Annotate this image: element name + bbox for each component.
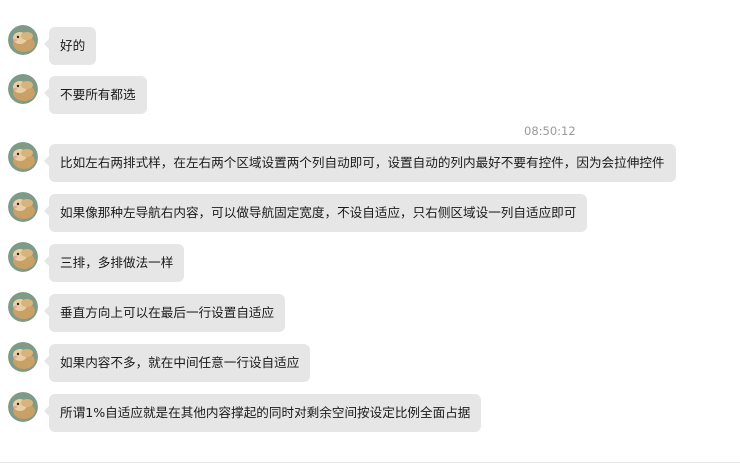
hamster-avatar-icon[interactable] [8, 242, 38, 272]
hamster-avatar-icon[interactable] [8, 392, 38, 422]
message-bubble[interactable]: 不要所有都选 [44, 76, 147, 114]
message-bubble[interactable]: 如果内容不多，就在中间任意一行设自适应 [43, 344, 311, 382]
hamster-avatar-icon[interactable] [8, 192, 38, 222]
chat-message-list: 好的 不要所有都选 08:50:12 比如左右两排式样，在左右两个区域设置两个列… [0, 0, 740, 463]
message-bubble[interactable]: 三排，多排做法一样 [43, 244, 185, 282]
message-bubble[interactable]: 好的 [43, 27, 97, 65]
message-timestamp: 08:50:12 [524, 124, 576, 138]
hamster-avatar-icon[interactable] [8, 292, 38, 322]
message-bubble[interactable]: 所谓1%自适应就是在其他内容撑起的同时对剩余空间按设定比例全面占据 [43, 394, 482, 432]
hamster-avatar-icon[interactable] [8, 74, 38, 104]
message-bubble[interactable]: 垂直方向上可以在最后一行设置自适应 [43, 294, 286, 332]
message-bubble[interactable]: 如果像那种左导航右内容，可以做导航固定宽度，不设自适应，只右侧区域设一列自适应即… [43, 194, 588, 232]
hamster-avatar-icon[interactable] [8, 142, 38, 172]
message-bubble[interactable]: 比如左右两排式样，在左右两个区域设置两个列自动即可，设置自动的列内最好不要有控件… [44, 144, 676, 182]
hamster-avatar-icon[interactable] [8, 342, 38, 372]
hamster-avatar-icon[interactable] [8, 25, 38, 55]
